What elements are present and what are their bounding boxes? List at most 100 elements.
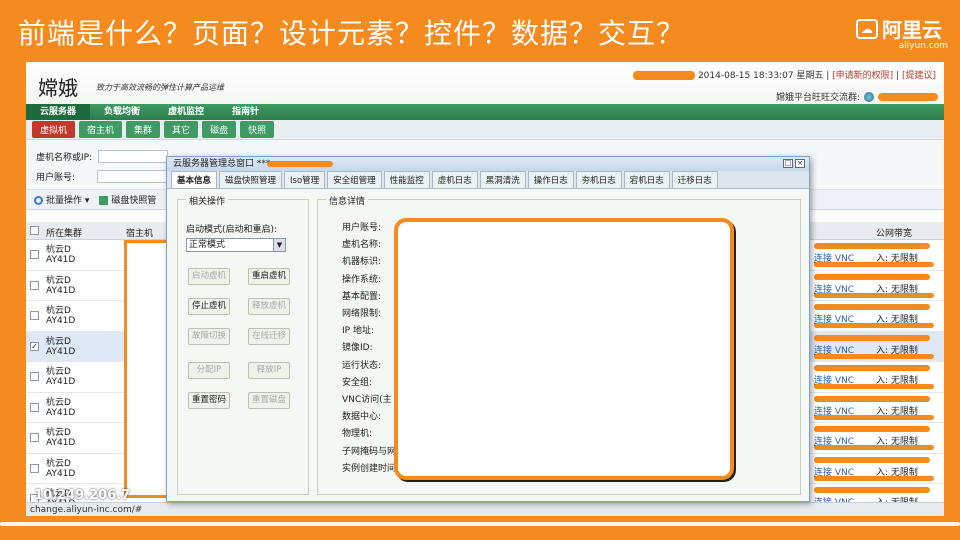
restart-vm-button[interactable]: 重启虚机 xyxy=(248,268,290,285)
info-label-ip: IP 地址: xyxy=(342,326,374,337)
maximize-icon[interactable]: □ xyxy=(783,159,793,168)
footer-ip: 10.249.206.7 xyxy=(34,488,131,503)
stop-vm-button[interactable]: 停止虚机 xyxy=(188,298,230,315)
snapshot-label: 磁盘快照管 xyxy=(111,196,157,206)
redacted-ip xyxy=(814,384,934,389)
info-label-machine-id: 机器标识: xyxy=(342,257,382,268)
app-screenshot: 嫦娥 致力于高效流畅的弹性计算产品运维 2014-08-15 18:33:07 … xyxy=(26,62,944,518)
nav-item-load-balancer[interactable]: 负载均衡 xyxy=(90,104,154,120)
redacted-info-box xyxy=(394,218,734,480)
subnav-item-cluster[interactable]: 集群 xyxy=(126,121,161,138)
vm-name-input[interactable] xyxy=(98,150,169,163)
boot-mode-label: 启动模式(启动和重启): xyxy=(186,225,278,235)
batch-operation-button[interactable]: 批量操作 ▾ xyxy=(34,193,89,206)
globe-icon[interactable] xyxy=(864,91,874,102)
header-host[interactable]: 宿主机 xyxy=(126,226,153,239)
reset-disk-button[interactable]: 重置磁盘 xyxy=(248,392,290,409)
subnav-item-vm[interactable]: 虚拟机 xyxy=(32,121,76,138)
redacted-ip xyxy=(814,475,934,481)
row-cluster: 杭云D xyxy=(46,275,71,286)
apply-permission-link[interactable]: [申请新的权限] xyxy=(832,71,893,81)
tab-migrate-log[interactable]: 迁移日志 xyxy=(671,171,718,188)
tab-blackhole[interactable]: 黑洞清洗 xyxy=(479,171,526,188)
redacted-ip xyxy=(814,304,930,310)
subnav-item-disk[interactable]: 磁盘 xyxy=(202,121,237,138)
main-nav: 云服务器 负载均衡 虚机监控 指南针 xyxy=(26,104,944,120)
vm-management-dialog[interactable]: 云服务器管理总窗口 *** □ × 基本信息 磁盘快照管理 Iso管理 安全组管… xyxy=(166,156,810,502)
start-vm-button[interactable]: 启动虚机 xyxy=(188,268,230,285)
row-checkbox[interactable] xyxy=(30,280,39,290)
tab-security-group[interactable]: 安全组管理 xyxy=(327,171,382,188)
row-checkbox[interactable] xyxy=(30,250,39,259)
tab-iso[interactable]: Iso管理 xyxy=(284,171,326,188)
redacted-title xyxy=(267,161,333,167)
header-cluster[interactable]: 所在集群 xyxy=(46,226,82,239)
info-label-config: 基本配置: xyxy=(342,291,382,302)
tab-hang-log[interactable]: 夯机日志 xyxy=(575,171,622,188)
redacted-ip xyxy=(814,426,930,432)
header-bandwidth[interactable]: 公网带宽 xyxy=(876,226,912,239)
row-checkbox[interactable]: ✓ xyxy=(30,341,39,351)
row-cluster-code: AY41D xyxy=(46,377,76,387)
nav-item-vm-monitor[interactable]: 虚机监控 xyxy=(154,104,218,120)
redacted-ip xyxy=(814,323,934,328)
live-migrate-button[interactable]: 在线迁移 xyxy=(248,328,290,345)
operations-panel: 相关操作 启动模式(启动和重启): 正常模式 ▼ 启动虚机 重启虚机 停止虚机 … xyxy=(177,194,309,495)
tab-operation-log[interactable]: 操作日志 xyxy=(527,171,574,188)
row-checkbox[interactable] xyxy=(30,463,39,473)
redacted-ip xyxy=(814,292,934,298)
dialog-title: 云服务器管理总窗口 *** xyxy=(173,159,271,169)
dialog-tabs: 基本信息 磁盘快照管理 Iso管理 安全组管理 性能监控 虚机日志 黑洞清洗 操… xyxy=(167,171,809,189)
assign-ip-button[interactable]: 分配IP xyxy=(188,362,230,379)
select-all-checkbox[interactable] xyxy=(30,226,39,235)
snapshot-button[interactable]: 磁盘快照管 xyxy=(99,193,156,206)
app-brand-subtitle: 致力于高效流畅的弹性计算产品运维 xyxy=(96,83,224,92)
info-label-physical: 物理机: xyxy=(342,429,373,440)
logo-name: 阿里云 xyxy=(882,18,942,42)
aliyun-logo: ☁ 阿里云 aliyun.com xyxy=(856,14,948,51)
logo-url: aliyun.com xyxy=(898,41,948,51)
release-vm-button[interactable]: 释放虚机 xyxy=(248,298,290,315)
info-labels: 用户账号: 虚机名称: 机器标识: 操作系统: 基本配置: 网络限制: IP 地… xyxy=(342,220,396,478)
account-input[interactable] xyxy=(97,170,168,183)
info-legend: 信息详情 xyxy=(326,194,369,207)
row-cluster-code: AY41D xyxy=(46,468,76,479)
tab-vm-log[interactable]: 虚机日志 xyxy=(431,171,478,188)
close-icon[interactable]: × xyxy=(795,159,805,168)
row-cluster: 杭云D xyxy=(46,306,71,316)
reset-password-button[interactable]: 重置密码 xyxy=(188,392,230,409)
operations-legend: 相关操作 xyxy=(186,194,229,207)
boot-mode-select[interactable]: 正常模式 ▼ xyxy=(186,238,286,252)
boot-mode-value: 正常模式 xyxy=(189,240,226,250)
nav-item-compass[interactable]: 指南针 xyxy=(218,104,273,120)
redacted-ip xyxy=(814,395,930,402)
nav-item-cloud-server[interactable]: 云服务器 xyxy=(26,104,91,120)
redacted-user xyxy=(633,71,696,80)
redacted-ip xyxy=(814,456,930,463)
row-cluster: 杭云D xyxy=(46,428,71,438)
redacted-ip xyxy=(814,353,934,359)
release-ip-button[interactable]: 释放IP xyxy=(248,362,290,379)
account-label: 用户账号: xyxy=(36,173,76,183)
subnav-item-snapshot[interactable]: 快照 xyxy=(240,121,275,138)
row-cluster: 杭云D xyxy=(46,336,71,347)
row-cluster: 杭云D xyxy=(46,367,71,377)
chevron-down-icon[interactable]: ▼ xyxy=(273,239,285,251)
row-checkbox[interactable] xyxy=(30,372,39,381)
redacted-ip xyxy=(814,414,934,420)
header-timestamp: 2014-08-15 18:33:07 星期五 xyxy=(697,71,824,81)
feedback-link[interactable]: [提建议] xyxy=(902,71,936,81)
row-checkbox[interactable] xyxy=(30,311,39,320)
tab-crash-log[interactable]: 宕机日志 xyxy=(623,171,670,188)
subnav-item-other[interactable]: 其它 xyxy=(164,121,199,138)
row-checkbox[interactable] xyxy=(30,433,39,442)
dialog-title-bar[interactable]: 云服务器管理总窗口 *** □ × xyxy=(167,157,809,171)
row-checkbox[interactable] xyxy=(30,402,39,412)
tab-basic-info[interactable]: 基本信息 xyxy=(171,171,218,188)
tab-performance[interactable]: 性能监控 xyxy=(383,171,430,188)
cloud-logo-icon: ☁ xyxy=(856,18,878,39)
failover-button[interactable]: 故障切换 xyxy=(188,328,230,345)
row-cluster: 杭云D xyxy=(46,458,71,469)
tab-disk-snapshot[interactable]: 磁盘快照管理 xyxy=(219,171,283,188)
subnav-item-host[interactable]: 宿主机 xyxy=(79,121,123,138)
